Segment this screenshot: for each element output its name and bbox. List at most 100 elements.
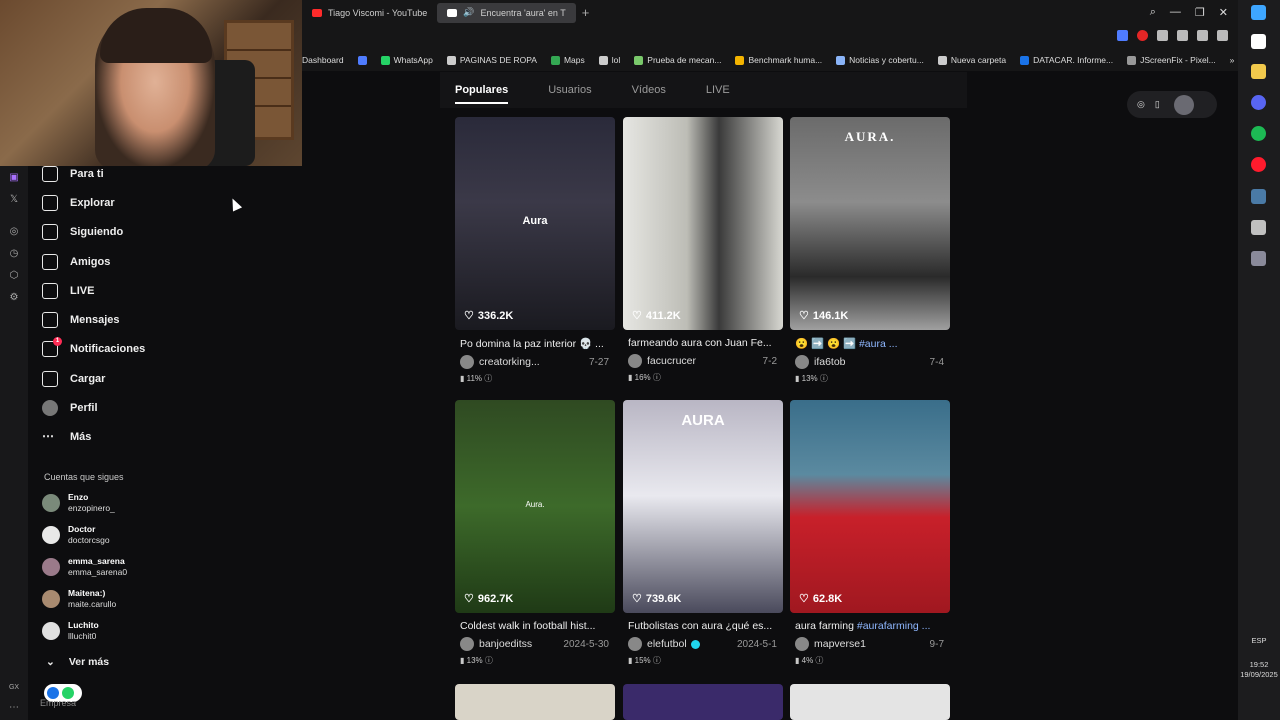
bookmark-item[interactable]: PAGINAS DE ROPA xyxy=(446,55,537,65)
creator-name[interactable]: facucrucer xyxy=(647,355,696,367)
compass-icon[interactable]: ◎ xyxy=(1137,99,1145,110)
phone-icon[interactable]: ▯ xyxy=(1155,99,1160,110)
creator-avatar[interactable] xyxy=(628,354,642,368)
video-card[interactable]: AURA ♡ 739.6K Futbolistas con aura ¿qué es.… xyxy=(623,400,783,666)
play-icon[interactable]: ◎ xyxy=(8,226,20,238)
video-card[interactable]: AURA. ♡ 146.1K 😮 ➡️ 😮 ➡️ #aura ... ifa6tob 7-… xyxy=(790,117,950,384)
filter-tab-populares[interactable]: Populares xyxy=(455,84,509,104)
bookmark-item[interactable]: DATACAR. Informe... xyxy=(1020,55,1113,65)
nav-item-amigos[interactable]: Amigos xyxy=(42,254,110,270)
nav-item-más[interactable]: ⋯ Más xyxy=(42,429,91,445)
folder-icon[interactable] xyxy=(1251,64,1266,79)
settings-icon[interactable]: ⚙ xyxy=(8,292,20,304)
windows-icon[interactable] xyxy=(1251,5,1266,20)
followed-account[interactable]: Doctor doctorcsgo xyxy=(42,524,110,546)
company-link[interactable]: Empresa xyxy=(40,698,76,708)
bookmark-item[interactable]: Maps xyxy=(550,55,585,65)
nav-item-live[interactable]: LIVE xyxy=(42,283,94,299)
user-avatar[interactable] xyxy=(1173,94,1194,115)
tab-youtube[interactable]: Tiago Viscomi - YouTube xyxy=(302,3,437,23)
video-card[interactable]: Aura. ♡ 962.7K Coldest walk in football his… xyxy=(455,400,615,666)
grid-icon[interactable] xyxy=(1251,251,1266,266)
followed-account[interactable]: Luchito llluchit0 xyxy=(42,620,99,642)
creator-avatar[interactable] xyxy=(795,637,809,651)
video-thumbnail[interactable]: Aura ♡ 336.2K xyxy=(455,117,615,330)
creator-name[interactable]: ifa6tob xyxy=(814,356,846,368)
nav-item-mensajes[interactable]: Mensajes xyxy=(42,312,120,328)
profile-icon[interactable] xyxy=(1177,30,1188,41)
discord-icon[interactable] xyxy=(1251,95,1266,110)
video-description[interactable]: Po domina la paz interior 💀 ... xyxy=(455,337,613,350)
video-thumbnail[interactable]: ♡ 62.8K xyxy=(790,400,950,613)
extensions-icon[interactable]: ⬡ xyxy=(8,270,20,282)
see-more-button[interactable]: ⌄ Ver más xyxy=(46,656,109,668)
nav-item-siguiendo[interactable]: Siguiendo xyxy=(42,224,123,240)
nav-item-explorar[interactable]: Explorar xyxy=(42,195,115,211)
video-thumbnail[interactable] xyxy=(623,684,783,720)
followed-account[interactable]: Enzo enzopinero_ xyxy=(42,492,115,514)
creator-name[interactable]: mapverse1 xyxy=(814,638,866,650)
x-icon[interactable]: 𝕏 xyxy=(8,194,20,206)
bookmark-item[interactable]: Noticias y cobertu... xyxy=(836,55,924,65)
creator-name[interactable]: elefutbol xyxy=(647,638,687,650)
twitch-icon[interactable]: ▣ xyxy=(8,172,20,184)
translate-icon[interactable] xyxy=(1117,30,1128,41)
language-indicator[interactable]: ESP xyxy=(1238,636,1280,645)
creator-avatar[interactable] xyxy=(460,637,474,651)
creator-avatar[interactable] xyxy=(795,355,809,369)
video-card[interactable]: Aura ♡ 336.2K Po domina la paz interior 💀 .… xyxy=(455,117,615,384)
close-button[interactable]: ✕ xyxy=(1219,6,1228,19)
gx-icon[interactable]: GX xyxy=(8,682,20,694)
menu-icon[interactable] xyxy=(1217,30,1228,41)
video-thumbnail[interactable]: Aura. ♡ 962.7K xyxy=(455,400,615,613)
new-tab-button[interactable]: + xyxy=(576,5,596,20)
search-icon[interactable] xyxy=(1251,34,1266,49)
video-thumbnail[interactable]: AURA ♡ 739.6K xyxy=(623,400,783,613)
search-icon[interactable]: ⌕ xyxy=(1150,6,1156,19)
restore-button[interactable]: ❐ xyxy=(1195,6,1205,19)
bookmark-item[interactable]: Dashboard xyxy=(302,55,344,65)
more-icon[interactable]: ⋯ xyxy=(8,702,20,714)
video-thumbnail[interactable]: ♡ 411.2K xyxy=(623,117,783,330)
nav-item-cargar[interactable]: Cargar xyxy=(42,371,105,387)
hashtag-link[interactable]: #aura ... xyxy=(859,338,898,350)
bookmark-item[interactable]: JScreenFix - Pixel... xyxy=(1127,55,1216,65)
video-description[interactable]: aura farming #aurafarming ... xyxy=(790,620,948,632)
spotify-icon[interactable] xyxy=(1251,126,1266,141)
tab-tiktok[interactable]: 🔊 Encuentra 'aura' en T xyxy=(437,2,576,23)
followed-account[interactable]: Maitena:) maite.carullo xyxy=(42,588,116,610)
clock[interactable]: 19:52 19/09/2025 xyxy=(1238,660,1280,680)
creator-name[interactable]: banjoeditss xyxy=(479,638,532,650)
followed-account[interactable]: emma_sarena emma_sarena0 xyxy=(42,556,127,578)
video-description[interactable]: Futbolistas con aura ¿qué es... xyxy=(623,620,781,632)
bookmark-item[interactable]: lol xyxy=(598,55,620,65)
bookmark-item[interactable]: WhatsApp xyxy=(380,55,433,65)
video-thumbnail[interactable]: AURA. ♡ 146.1K xyxy=(790,117,950,330)
video-description[interactable]: 😮 ➡️ 😮 ➡️ #aura ... xyxy=(790,337,948,350)
nav-item-perfil[interactable]: Perfil xyxy=(42,400,98,416)
nav-item-para-ti[interactable]: Para ti xyxy=(42,166,104,182)
adblock-icon[interactable] xyxy=(1137,30,1148,41)
video-description[interactable]: Coldest walk in football hist... xyxy=(455,620,613,632)
nav-item-notificaciones[interactable]: 1 Notificaciones xyxy=(42,337,145,357)
video-thumbnail[interactable] xyxy=(455,684,615,720)
bookmark-item[interactable] xyxy=(357,55,367,65)
bookmark-item[interactable]: Benchmark huma... xyxy=(735,55,822,65)
hashtag-link[interactable]: #aurafarming ... xyxy=(857,620,931,632)
video-thumbnail[interactable] xyxy=(790,684,950,720)
download-icon[interactable] xyxy=(1197,30,1208,41)
steam-icon[interactable] xyxy=(1251,189,1266,204)
extensions-icon[interactable] xyxy=(1157,30,1168,41)
app-icon[interactable] xyxy=(1251,220,1266,235)
filter-tab-live[interactable]: LIVE xyxy=(706,84,730,96)
creator-avatar[interactable] xyxy=(460,355,474,369)
video-description[interactable]: farmeando aura con Juan Fe... xyxy=(623,337,781,349)
minimize-button[interactable]: — xyxy=(1170,6,1181,19)
filter-tab-usuarios[interactable]: Usuarios xyxy=(548,84,591,96)
history-icon[interactable]: ◷ xyxy=(8,248,20,260)
creator-avatar[interactable] xyxy=(628,637,642,651)
video-card[interactable]: ♡ 411.2K farmeando aura con Juan Fe... facu… xyxy=(623,117,783,383)
bookmark-item[interactable]: Nueva carpeta xyxy=(937,55,1006,65)
opera-icon[interactable] xyxy=(1251,157,1266,172)
creator-name[interactable]: creatorking... xyxy=(479,356,540,368)
